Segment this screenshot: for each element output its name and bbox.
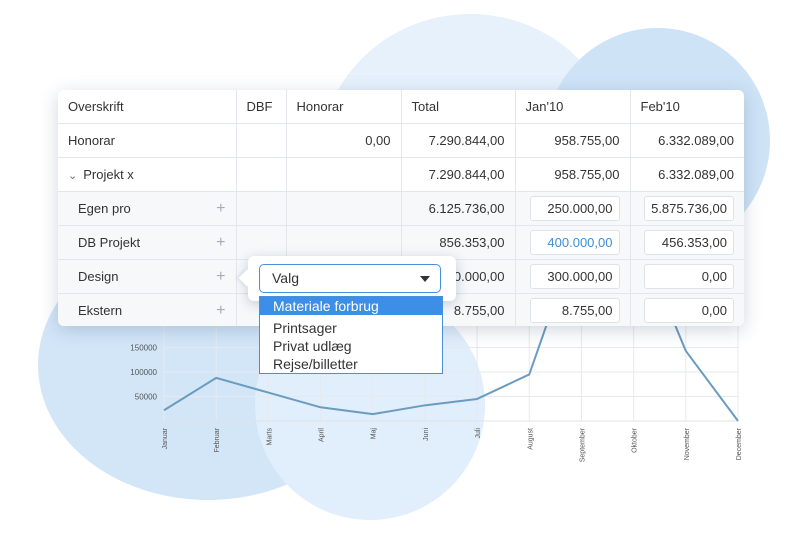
feb-cell: 6.332.089,00 xyxy=(630,157,744,192)
row-label: Design xyxy=(78,269,119,284)
row-label-cell: Egen pro + xyxy=(58,191,237,226)
y-tick-label: 100000 xyxy=(130,368,157,377)
x-tick-label: Juni xyxy=(423,428,430,441)
feb-input[interactable]: 5.875.736,00 xyxy=(644,196,734,221)
header-overskrift[interactable]: Overskrift xyxy=(58,90,237,124)
feb-input[interactable]: 0,00 xyxy=(644,298,734,323)
dropdown-option-rejse-billetter[interactable]: Rejse/billetter xyxy=(260,355,442,373)
row-label: Honorar xyxy=(58,123,237,158)
caret-down-icon[interactable] xyxy=(420,276,430,282)
table-header-row: Overskrift DBF Honorar Total Jan'10 Feb'… xyxy=(58,90,744,124)
row-label-cell: Design + xyxy=(58,259,237,294)
jan-cell: 958.755,00 xyxy=(515,157,631,192)
total-cell: 6.125.736,00 xyxy=(401,191,516,226)
table-row-projekt: ⌄ Projekt x 7.290.844,00 958.755,00 6.332… xyxy=(58,157,744,192)
dropdown-option-printsager[interactable]: Printsager xyxy=(260,319,442,337)
x-tick-label: August xyxy=(527,428,534,450)
feb-cell: 6.332.089,00 xyxy=(630,123,744,158)
x-tick-label: Januar xyxy=(162,427,169,449)
honorar-cell xyxy=(286,157,402,192)
feb-input[interactable]: 0,00 xyxy=(644,264,734,289)
feb-cell: 0,00 xyxy=(630,259,744,294)
row-label-cell: DB Projekt + xyxy=(58,225,237,260)
dbf-cell xyxy=(236,157,287,192)
category-dropdown-list: Materiale forbrug Printsager Privat udlæ… xyxy=(259,296,443,374)
honorar-cell xyxy=(286,191,402,226)
total-cell: 7.290.844,00 xyxy=(401,123,516,158)
jan-cell: 300.000,00 xyxy=(515,259,631,294)
x-tick-label: December xyxy=(736,427,743,460)
chevron-down-icon[interactable]: ⌄ xyxy=(68,169,77,182)
x-tick-label: Oktober xyxy=(632,427,639,453)
add-icon[interactable]: + xyxy=(216,234,225,252)
add-icon[interactable]: + xyxy=(216,302,225,320)
jan-input[interactable]: 250.000,00 xyxy=(529,196,620,221)
category-popover: Valg xyxy=(248,256,456,301)
table-row-honorar: Honorar 0,00 7.290.844,00 958.755,00 6.3… xyxy=(58,123,744,158)
dbf-cell xyxy=(236,123,287,158)
feb-cell: 456.353,00 xyxy=(630,225,744,260)
jan-input[interactable]: 400.000,00 xyxy=(529,230,620,255)
x-tick-label: Maj xyxy=(371,428,378,440)
header-honorar[interactable]: Honorar xyxy=(286,90,402,124)
table-row-egen-pro: Egen pro + 6.125.736,00 250.000,00 5.875.… xyxy=(58,191,744,226)
row-label-cell: Ekstern + xyxy=(58,293,237,326)
jan-input[interactable]: 300.000,00 xyxy=(529,264,620,289)
feb-cell: 0,00 xyxy=(630,293,744,326)
x-tick-label: April xyxy=(319,428,326,442)
row-label: Egen pro xyxy=(78,201,131,216)
add-icon[interactable]: + xyxy=(216,200,225,218)
feb-cell: 5.875.736,00 xyxy=(630,191,744,226)
row-label: DB Projekt xyxy=(78,235,141,250)
jan-input[interactable]: 8.755,00 xyxy=(529,298,620,323)
header-dbf[interactable]: DBF xyxy=(236,90,287,124)
jan-cell: 958.755,00 xyxy=(515,123,631,158)
header-feb[interactable]: Feb'10 xyxy=(630,90,744,124)
dbf-cell xyxy=(236,225,287,260)
feb-input[interactable]: 456.353,00 xyxy=(644,230,734,255)
jan-cell: 8.755,00 xyxy=(515,293,631,326)
row-label-cell: ⌄ Projekt x xyxy=(58,157,237,192)
jan-cell: 250.000,00 xyxy=(515,191,631,226)
header-jan[interactable]: Jan'10 xyxy=(515,90,631,124)
row-label: Projekt x xyxy=(83,167,134,182)
x-tick-label: November xyxy=(684,427,691,460)
table-row-db-projekt: DB Projekt + 856.353,00 400.000,00 456.35… xyxy=(58,225,744,260)
dbf-cell xyxy=(236,191,287,226)
honorar-cell: 0,00 xyxy=(286,123,402,158)
x-tick-label: September xyxy=(579,427,586,462)
x-tick-label: Marts xyxy=(266,428,273,446)
x-tick-label: Juli xyxy=(475,428,482,439)
row-label: Ekstern xyxy=(78,303,123,318)
honorar-cell xyxy=(286,225,402,260)
y-tick-label: 50000 xyxy=(135,393,158,402)
total-cell: 7.290.844,00 xyxy=(401,157,516,192)
dropdown-option-materiale-forbrug[interactable]: Materiale forbrug xyxy=(260,297,442,315)
header-total[interactable]: Total xyxy=(401,90,516,124)
select-value: Valg xyxy=(272,270,299,286)
add-icon[interactable]: + xyxy=(216,268,225,286)
total-cell: 856.353,00 xyxy=(401,225,516,260)
x-tick-label: Februar xyxy=(214,427,221,452)
y-tick-label: 150000 xyxy=(130,344,157,353)
jan-cell: 400.000,00 xyxy=(515,225,631,260)
dropdown-option-privat-udlaeg[interactable]: Privat udlæg xyxy=(260,337,442,355)
category-select[interactable]: Valg xyxy=(259,264,441,293)
